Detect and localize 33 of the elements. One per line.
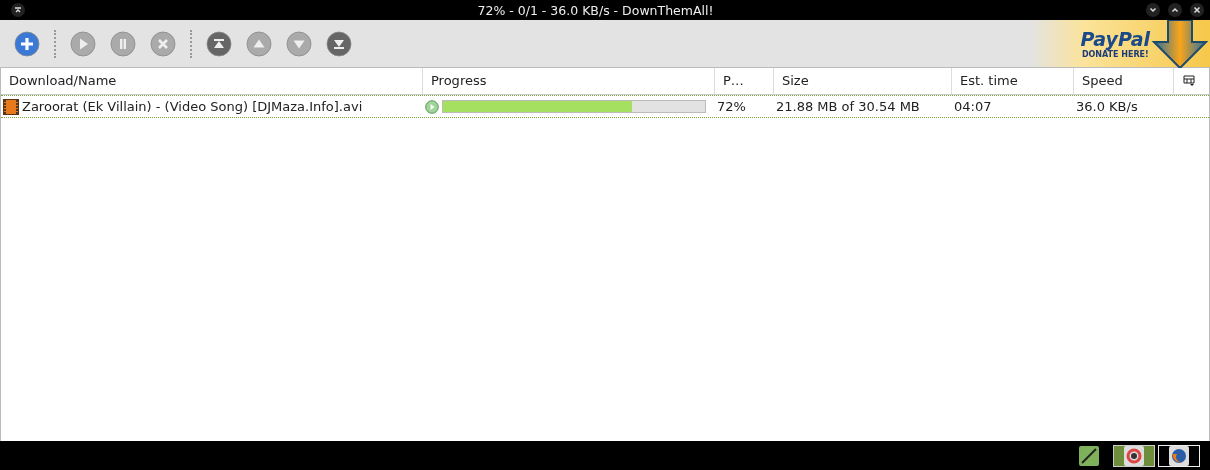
top-button[interactable] <box>206 30 232 57</box>
donate-banner[interactable]: PayPal DONATE HERE! <box>1030 20 1210 67</box>
color-wheel-icon <box>1124 445 1144 466</box>
minimize-icon[interactable] <box>1146 3 1160 17</box>
film-icon <box>3 98 19 115</box>
taskbar-item[interactable] <box>1113 444 1155 467</box>
browser-icon <box>1169 445 1189 466</box>
column-header[interactable]: P… <box>715 68 774 94</box>
percent-cell-text: 72% <box>716 99 747 114</box>
column-header[interactable]: Size <box>774 68 952 94</box>
toolbar-separator <box>54 29 56 58</box>
pen-icon <box>1079 445 1099 466</box>
size-cell-text: 21.88 MB of 30.54 MB <box>775 99 921 114</box>
speed-cell-text: 36.0 KB/s <box>1075 99 1139 114</box>
close-icon[interactable] <box>1190 3 1204 17</box>
window-title: 72% - 0/1 - 36.0 KB/s - DownThemAll! <box>476 2 715 18</box>
add-button[interactable] <box>14 30 40 57</box>
maximize-icon[interactable] <box>1168 3 1182 17</box>
down-arrow-icon <box>1150 19 1210 68</box>
file-name: Zaroorat (Ek Villain) - (Video Song) [DJMaza.Info].avi <box>22 99 363 114</box>
column-header[interactable]: Speed <box>1074 68 1174 94</box>
paypal-logo: PayPal <box>1080 28 1150 50</box>
column-header[interactable]: Download/Name <box>1 68 423 94</box>
donate-caption: DONATE HERE! <box>1081 50 1149 59</box>
column-header[interactable]: Est. time <box>952 68 1074 94</box>
download-row[interactable]: Zaroorat (Ek Villain) - (Video Song) [DJMaza.Info].avi 72% 21.88 MB of 30.54 MB 04:07 36.0 KB/s <box>1 95 1209 118</box>
play-status-icon <box>425 99 439 114</box>
toolbar-separator <box>190 29 192 58</box>
column-picker-icon[interactable] <box>1183 75 1195 87</box>
bottom-button[interactable] <box>326 30 352 57</box>
window-menu-icon[interactable] <box>11 3 25 17</box>
time-cell-text: 04:07 <box>953 99 993 114</box>
column-header[interactable]: Progress <box>423 68 715 94</box>
